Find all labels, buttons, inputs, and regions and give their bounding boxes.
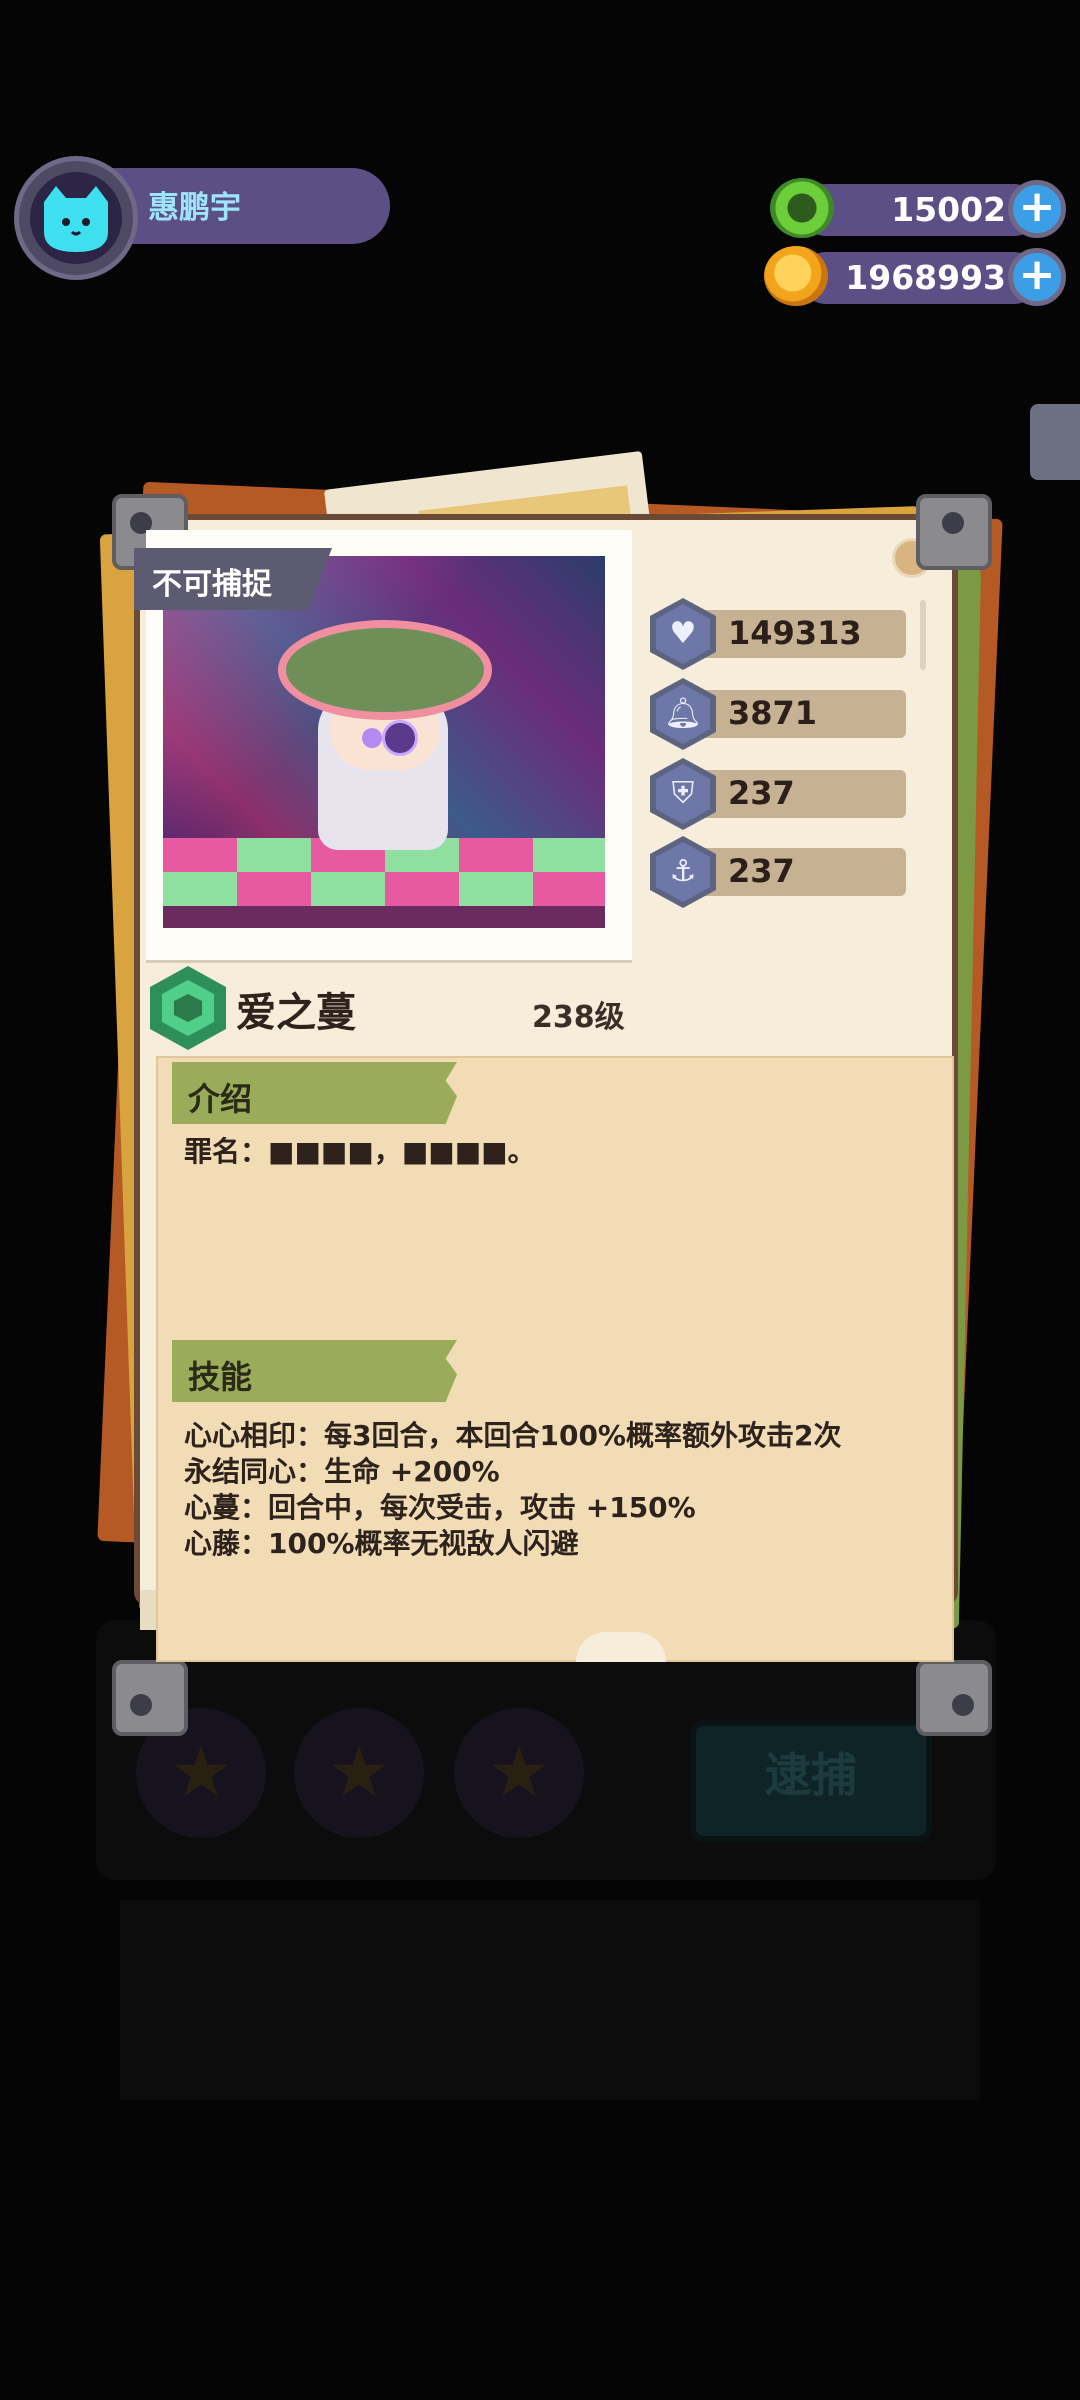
stats-scrollbar[interactable] <box>920 600 926 670</box>
avatar[interactable] <box>30 172 122 264</box>
skill-line: 心心相印：每3回合，本回合100%概率额外攻击2次 <box>184 1419 842 1452</box>
character-name: 爱之蔓 <box>236 990 356 1036</box>
currency-value-2: 1968993 <box>845 258 1006 297</box>
eye-patch-icon <box>382 720 418 756</box>
capture-status-label: 不可捕捉 <box>152 567 272 602</box>
character-eye <box>362 728 382 748</box>
side-clip-icon <box>1030 404 1080 480</box>
stat-bar-speed <box>688 848 906 896</box>
background-lower-panel <box>120 1900 980 2100</box>
currency-value-1: 15002 <box>891 190 1006 229</box>
add-currency-2-button[interactable]: + <box>1008 248 1066 306</box>
stat-value-hp: 149313 <box>728 614 862 652</box>
skills-title: 技能 <box>188 1358 253 1396</box>
intro-text: 罪名：■■■■，■■■■。 <box>184 1135 536 1168</box>
corner-bolt <box>952 1694 974 1716</box>
corner-bolt <box>942 512 964 534</box>
arrest-button[interactable]: 逮捕 <box>690 1720 932 1842</box>
stat-value-speed: 237 <box>728 852 795 890</box>
info-panel-notch <box>576 1632 666 1662</box>
stat-value-defense: 237 <box>728 774 795 812</box>
player-name: 惠鹏宇 <box>148 190 241 226</box>
leaf-hat-icon <box>278 620 492 720</box>
stat-bar-defense <box>688 770 906 818</box>
character-level: 238级 <box>532 1000 625 1035</box>
skill-line: 心蔓：回合中，每次受击，攻击 +150% <box>184 1491 696 1524</box>
cat-face-icon <box>44 186 108 252</box>
stat-value-attack: 3871 <box>728 694 818 732</box>
star-slot-2: ★ <box>294 1708 424 1838</box>
add-currency-1-button[interactable]: + <box>1008 180 1066 238</box>
intro-title: 介绍 <box>188 1080 253 1118</box>
portrait-checker-floor-row <box>163 872 605 906</box>
skill-line: 永结同心：生命 +200% <box>184 1455 500 1488</box>
corner-bolt <box>130 1694 152 1716</box>
skill-line: 心藤：100%概率无视敌人闪避 <box>184 1527 579 1560</box>
star-slot-3: ★ <box>454 1708 584 1838</box>
portrait-floor-edge <box>163 906 605 928</box>
